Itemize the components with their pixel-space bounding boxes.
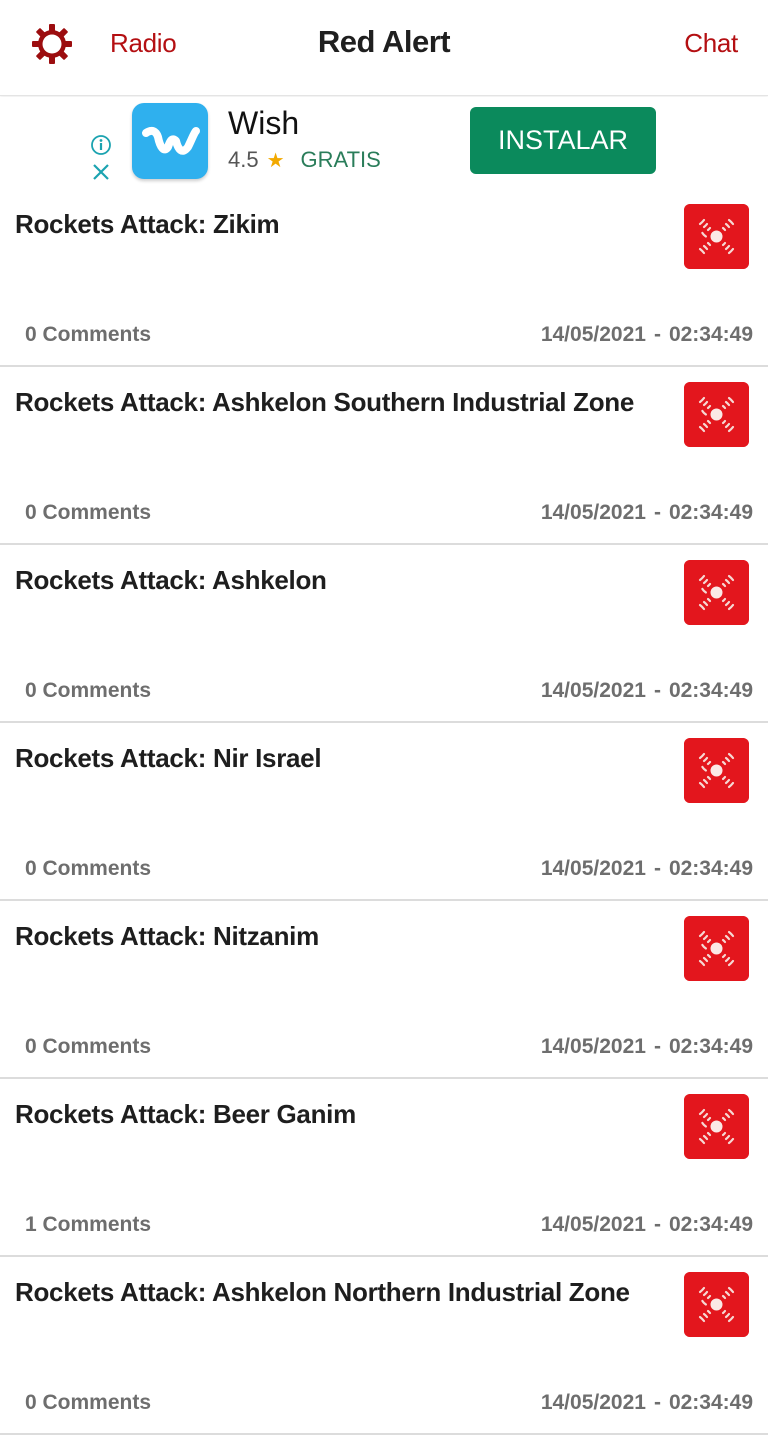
alert-title: Rockets Attack: Nitzanim [15, 921, 319, 951]
top-app-bar: Radio Red Alert Chat [0, 0, 768, 96]
comments-count[interactable]: 0 Comments [25, 1035, 151, 1059]
alert-date: 14/05/2021 [540, 1035, 646, 1058]
alerts-list: Rockets Attack: Zikim 0 Comments 14/05/2… [0, 189, 768, 1435]
siren-icon [684, 204, 749, 269]
alert-title: Rockets Attack: Ashkelon Northern Indust… [15, 1277, 630, 1307]
comments-count[interactable]: 0 Comments [25, 679, 151, 703]
alert-list-item[interactable]: Rockets Attack: Zikim 0 Comments 14/05/2… [0, 189, 768, 367]
ad-rating: 4.5 [228, 147, 259, 172]
ad-price: GRATIS [300, 147, 381, 172]
alert-list-item[interactable]: Rockets Attack: Ashkelon Southern Indust… [0, 367, 768, 545]
alert-timestamp: 14/05/2021-02:34:49 [541, 1391, 753, 1415]
alert-time: 02:34:49 [668, 1213, 753, 1236]
alert-date: 14/05/2021 [540, 1391, 646, 1414]
alert-date: 14/05/2021 [540, 323, 646, 346]
comments-count[interactable]: 0 Comments [25, 1391, 151, 1415]
siren-icon [684, 560, 749, 625]
install-button[interactable]: INSTALAR [470, 107, 656, 174]
info-icon[interactable] [90, 134, 112, 156]
alert-time: 02:34:49 [668, 1391, 753, 1414]
alert-timestamp: 14/05/2021-02:34:49 [541, 857, 753, 881]
alert-list-item[interactable]: Rockets Attack: Beer Ganim 1 Comments 14… [0, 1079, 768, 1257]
date-separator: - [653, 1035, 661, 1058]
alert-date: 14/05/2021 [540, 857, 646, 880]
ad-meta: 4.5 ★ GRATIS [228, 147, 381, 173]
alert-date: 14/05/2021 [540, 679, 646, 702]
alert-timestamp: 14/05/2021-02:34:49 [541, 1035, 753, 1059]
alert-timestamp: 14/05/2021-02:34:49 [541, 1213, 753, 1237]
date-separator: - [653, 323, 661, 346]
alert-timestamp: 14/05/2021-02:34:49 [541, 323, 753, 347]
alert-time: 02:34:49 [668, 501, 753, 524]
comments-count[interactable]: 0 Comments [25, 857, 151, 881]
wish-app-logo [132, 103, 208, 179]
close-icon[interactable] [90, 161, 112, 183]
siren-icon [684, 738, 749, 803]
alert-list-item[interactable]: Rockets Attack: Ashkelon 0 Comments 14/0… [0, 545, 768, 723]
alert-title: Rockets Attack: Zikim [15, 209, 280, 239]
comments-count[interactable]: 0 Comments [25, 323, 151, 347]
comments-count[interactable]: 1 Comments [25, 1213, 151, 1237]
alert-list-item[interactable]: Rockets Attack: Ashkelon Northern Indust… [0, 1257, 768, 1435]
page-title: Red Alert [317, 24, 451, 59]
siren-icon [684, 1094, 749, 1159]
alert-time: 02:34:49 [668, 1035, 753, 1058]
alert-time: 02:34:49 [668, 857, 753, 880]
date-separator: - [653, 679, 661, 702]
alert-time: 02:34:49 [668, 323, 753, 346]
date-separator: - [653, 1213, 661, 1236]
chat-link[interactable]: Chat [684, 28, 738, 59]
siren-icon [684, 1272, 749, 1337]
date-separator: - [653, 501, 661, 524]
alert-timestamp: 14/05/2021-02:34:49 [541, 679, 753, 703]
date-separator: - [653, 1391, 661, 1414]
alert-title: Rockets Attack: Nir Israel [15, 743, 322, 773]
alert-date: 14/05/2021 [540, 1213, 646, 1236]
alert-title: Rockets Attack: Ashkelon Southern Indust… [15, 387, 635, 417]
alert-list-item[interactable]: Rockets Attack: Nitzanim 0 Comments 14/0… [0, 901, 768, 1079]
ad-app-name: Wish [228, 105, 300, 141]
siren-icon [684, 916, 749, 981]
date-separator: - [653, 857, 661, 880]
alert-timestamp: 14/05/2021-02:34:49 [541, 501, 753, 525]
star-icon: ★ [266, 149, 285, 172]
alert-list-item[interactable]: Rockets Attack: Nir Israel 0 Comments 14… [0, 723, 768, 901]
alert-title: Rockets Attack: Beer Ganim [15, 1099, 356, 1129]
alert-date: 14/05/2021 [540, 501, 646, 524]
siren-icon [684, 382, 749, 447]
comments-count[interactable]: 0 Comments [25, 501, 151, 525]
alert-time: 02:34:49 [668, 679, 753, 702]
alert-title: Rockets Attack: Ashkelon [15, 565, 327, 595]
ad-banner[interactable]: Wish 4.5 ★ GRATIS INSTALAR [0, 97, 768, 189]
